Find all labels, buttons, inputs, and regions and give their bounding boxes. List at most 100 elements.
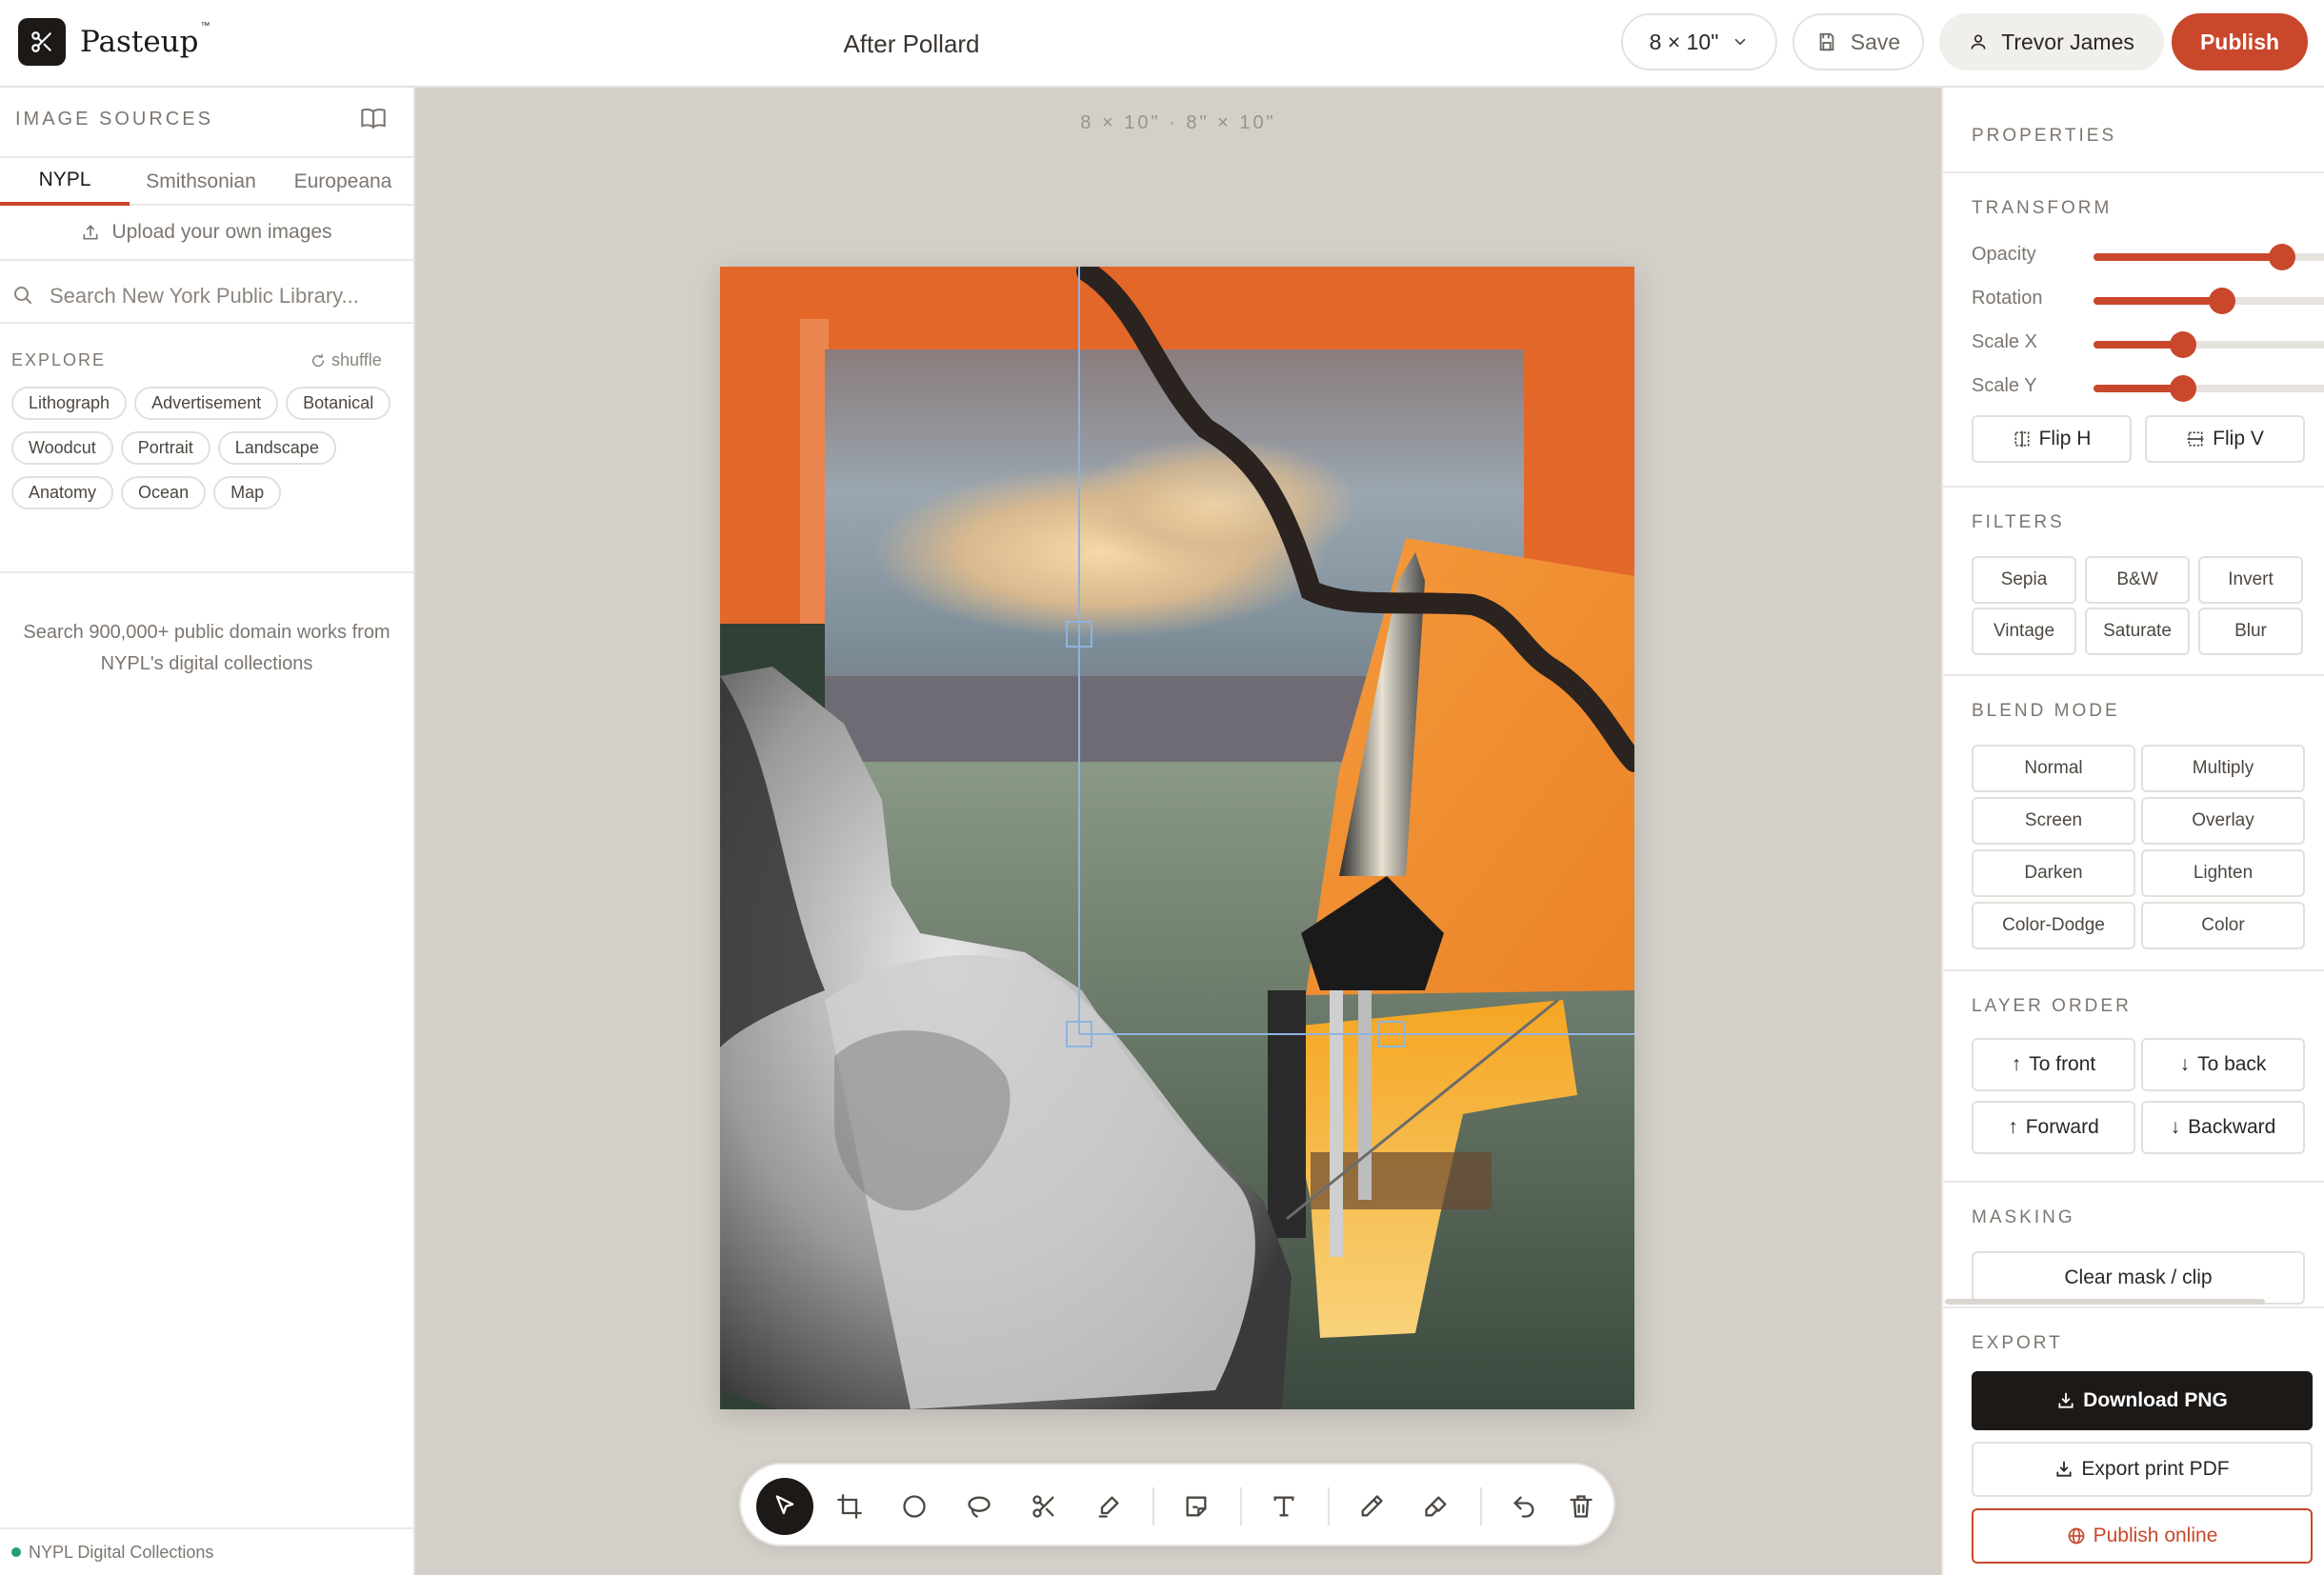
crop-icon xyxy=(837,1494,862,1519)
chip-anatomy[interactable]: Anatomy xyxy=(11,476,114,509)
ellipse-tool-button[interactable] xyxy=(886,1478,943,1535)
blend-screen-button[interactable]: Screen xyxy=(1972,797,2135,845)
chip-map[interactable]: Map xyxy=(213,476,282,509)
source-status: NYPL Digital Collections xyxy=(0,1527,413,1575)
scale-y-handle[interactable] xyxy=(2169,375,2196,402)
chip-lithograph[interactable]: Lithograph xyxy=(11,387,128,420)
filter-vintage-button[interactable]: Vintage xyxy=(1972,608,2076,655)
scrollbar[interactable] xyxy=(1945,1299,2265,1305)
scissors-logo-icon xyxy=(18,18,66,66)
save-label: Save xyxy=(1850,29,1901,54)
app-name: Pasteup ™ xyxy=(80,21,210,59)
upload-images-button[interactable]: Upload your own images xyxy=(0,206,413,261)
undo-button[interactable] xyxy=(1495,1478,1553,1535)
download-png-button[interactable]: Download PNG xyxy=(1972,1371,2313,1430)
pencil-tool-button[interactable] xyxy=(1343,1478,1400,1535)
chip-woodcut[interactable]: Woodcut xyxy=(11,431,113,465)
search-icon xyxy=(14,287,31,304)
source-status-label: NYPL Digital Collections xyxy=(29,1542,214,1562)
filter-bw-button[interactable]: B&W xyxy=(2085,556,2190,604)
tab-smithsonian[interactable]: Smithsonian xyxy=(130,158,272,206)
brush-tool-button[interactable] xyxy=(1080,1478,1137,1535)
filter-sepia-button[interactable]: Sepia xyxy=(1972,556,2076,604)
properties-panel: PROPERTIES TRANSFORM Opacity Rotation Sc… xyxy=(1941,88,2324,1575)
backward-button[interactable]: ↓ Backward xyxy=(2141,1101,2305,1154)
to-back-label: To back xyxy=(2197,1053,2267,1075)
blend-multiply-button[interactable]: Multiply xyxy=(2141,745,2305,792)
filter-invert-button[interactable]: Invert xyxy=(2198,556,2303,604)
lasso-tool-button[interactable] xyxy=(951,1478,1008,1535)
canvas-size-label: 8 × 10" xyxy=(1649,29,1719,54)
forward-button[interactable]: ↑ Forward xyxy=(1972,1101,2135,1154)
upload-icon xyxy=(83,225,98,240)
globe-icon xyxy=(2068,1527,2084,1545)
text-tool-button[interactable] xyxy=(1255,1478,1312,1535)
save-button[interactable]: Save xyxy=(1793,13,1924,70)
export-pdf-button[interactable]: Export print PDF xyxy=(1972,1442,2313,1497)
shuffle-button[interactable]: shuffle xyxy=(311,350,382,370)
sticker-tool-button[interactable] xyxy=(1168,1478,1225,1535)
blend-overlay-button[interactable]: Overlay xyxy=(2141,797,2305,845)
lasso-icon xyxy=(968,1496,991,1518)
divider xyxy=(1943,969,2324,971)
clear-mask-button[interactable]: Clear mask / clip xyxy=(1972,1251,2305,1305)
properties-title: PROPERTIES xyxy=(1972,126,2117,146)
paintbrush-icon xyxy=(1425,1496,1447,1517)
scissors-tool-button[interactable] xyxy=(1015,1478,1072,1535)
flip-v-button[interactable]: Flip V xyxy=(2145,415,2305,463)
blend-darken-button[interactable]: Darken xyxy=(1972,849,2135,897)
cursor-icon xyxy=(775,1495,794,1515)
chip-botanical[interactable]: Botanical xyxy=(286,387,391,420)
blend-mode-title: BLEND MODE xyxy=(1972,701,2120,721)
search-bar xyxy=(0,269,413,324)
flip-h-button[interactable]: Flip H xyxy=(1972,415,2132,463)
collage-artboard[interactable] xyxy=(720,267,1634,1409)
blend-normal-button[interactable]: Normal xyxy=(1972,745,2135,792)
opacity-fill xyxy=(2094,253,2282,261)
scale-x-slider[interactable] xyxy=(2094,331,2324,358)
publish-online-button[interactable]: Publish online xyxy=(1972,1508,2313,1564)
chip-landscape[interactable]: Landscape xyxy=(217,431,336,465)
paint-tool-button[interactable] xyxy=(1408,1478,1465,1535)
toolbar-separator xyxy=(1328,1487,1330,1525)
canvas-size-select[interactable]: 8 × 10" xyxy=(1621,13,1777,70)
chip-portrait[interactable]: Portrait xyxy=(120,431,210,465)
scale-x-handle[interactable] xyxy=(2169,331,2196,358)
blend-color-button[interactable]: Color xyxy=(2141,902,2305,949)
to-front-button[interactable]: ↑ To front xyxy=(1972,1038,2135,1091)
rotation-handle[interactable] xyxy=(2209,288,2236,314)
publish-button[interactable]: Publish xyxy=(2172,13,2308,70)
tab-nypl[interactable]: NYPL xyxy=(0,158,130,206)
blend-color-dodge-button[interactable]: Color-Dodge xyxy=(1972,902,2135,949)
book-icon[interactable] xyxy=(360,105,387,131)
search-hint: Search 900,000+ public domain works from… xyxy=(23,622,391,674)
blend-lighten-button[interactable]: Lighten xyxy=(2141,849,2305,897)
opacity-handle[interactable] xyxy=(2268,244,2295,270)
delete-button[interactable] xyxy=(1553,1478,1610,1535)
user-name: Trevor James xyxy=(2001,29,2134,54)
crop-tool-button[interactable] xyxy=(821,1478,878,1535)
download-png-label: Download PNG xyxy=(2083,1389,2228,1411)
opacity-slider[interactable] xyxy=(2094,244,2324,270)
chip-ocean[interactable]: Ocean xyxy=(121,476,207,509)
scale-y-label: Scale Y xyxy=(1972,375,2037,396)
masking-title: MASKING xyxy=(1972,1207,2075,1227)
user-menu-button[interactable]: Trevor James xyxy=(1939,13,2164,70)
search-input[interactable] xyxy=(50,276,392,316)
filter-saturate-button[interactable]: Saturate xyxy=(2085,608,2190,655)
download-icon xyxy=(2058,1392,2074,1408)
to-back-button[interactable]: ↓ To back xyxy=(2141,1038,2305,1091)
export-title: EXPORT xyxy=(1972,1333,2063,1353)
scale-y-slider[interactable] xyxy=(2094,375,2324,402)
layer-order-title: LAYER ORDER xyxy=(1972,996,2132,1016)
document-title[interactable]: After Pollard xyxy=(714,0,1109,88)
select-tool-button[interactable] xyxy=(756,1478,813,1535)
rotation-slider[interactable] xyxy=(2094,288,2324,314)
tab-europeana[interactable]: Europeana xyxy=(272,158,413,206)
forward-label: Forward xyxy=(2025,1116,2099,1138)
image-sources-title: IMAGE SOURCES xyxy=(15,109,213,130)
chip-advertisement[interactable]: Advertisement xyxy=(134,387,279,420)
filter-blur-button[interactable]: Blur xyxy=(2198,608,2303,655)
status-dot xyxy=(11,1547,21,1557)
backward-label: Backward xyxy=(2188,1116,2276,1138)
